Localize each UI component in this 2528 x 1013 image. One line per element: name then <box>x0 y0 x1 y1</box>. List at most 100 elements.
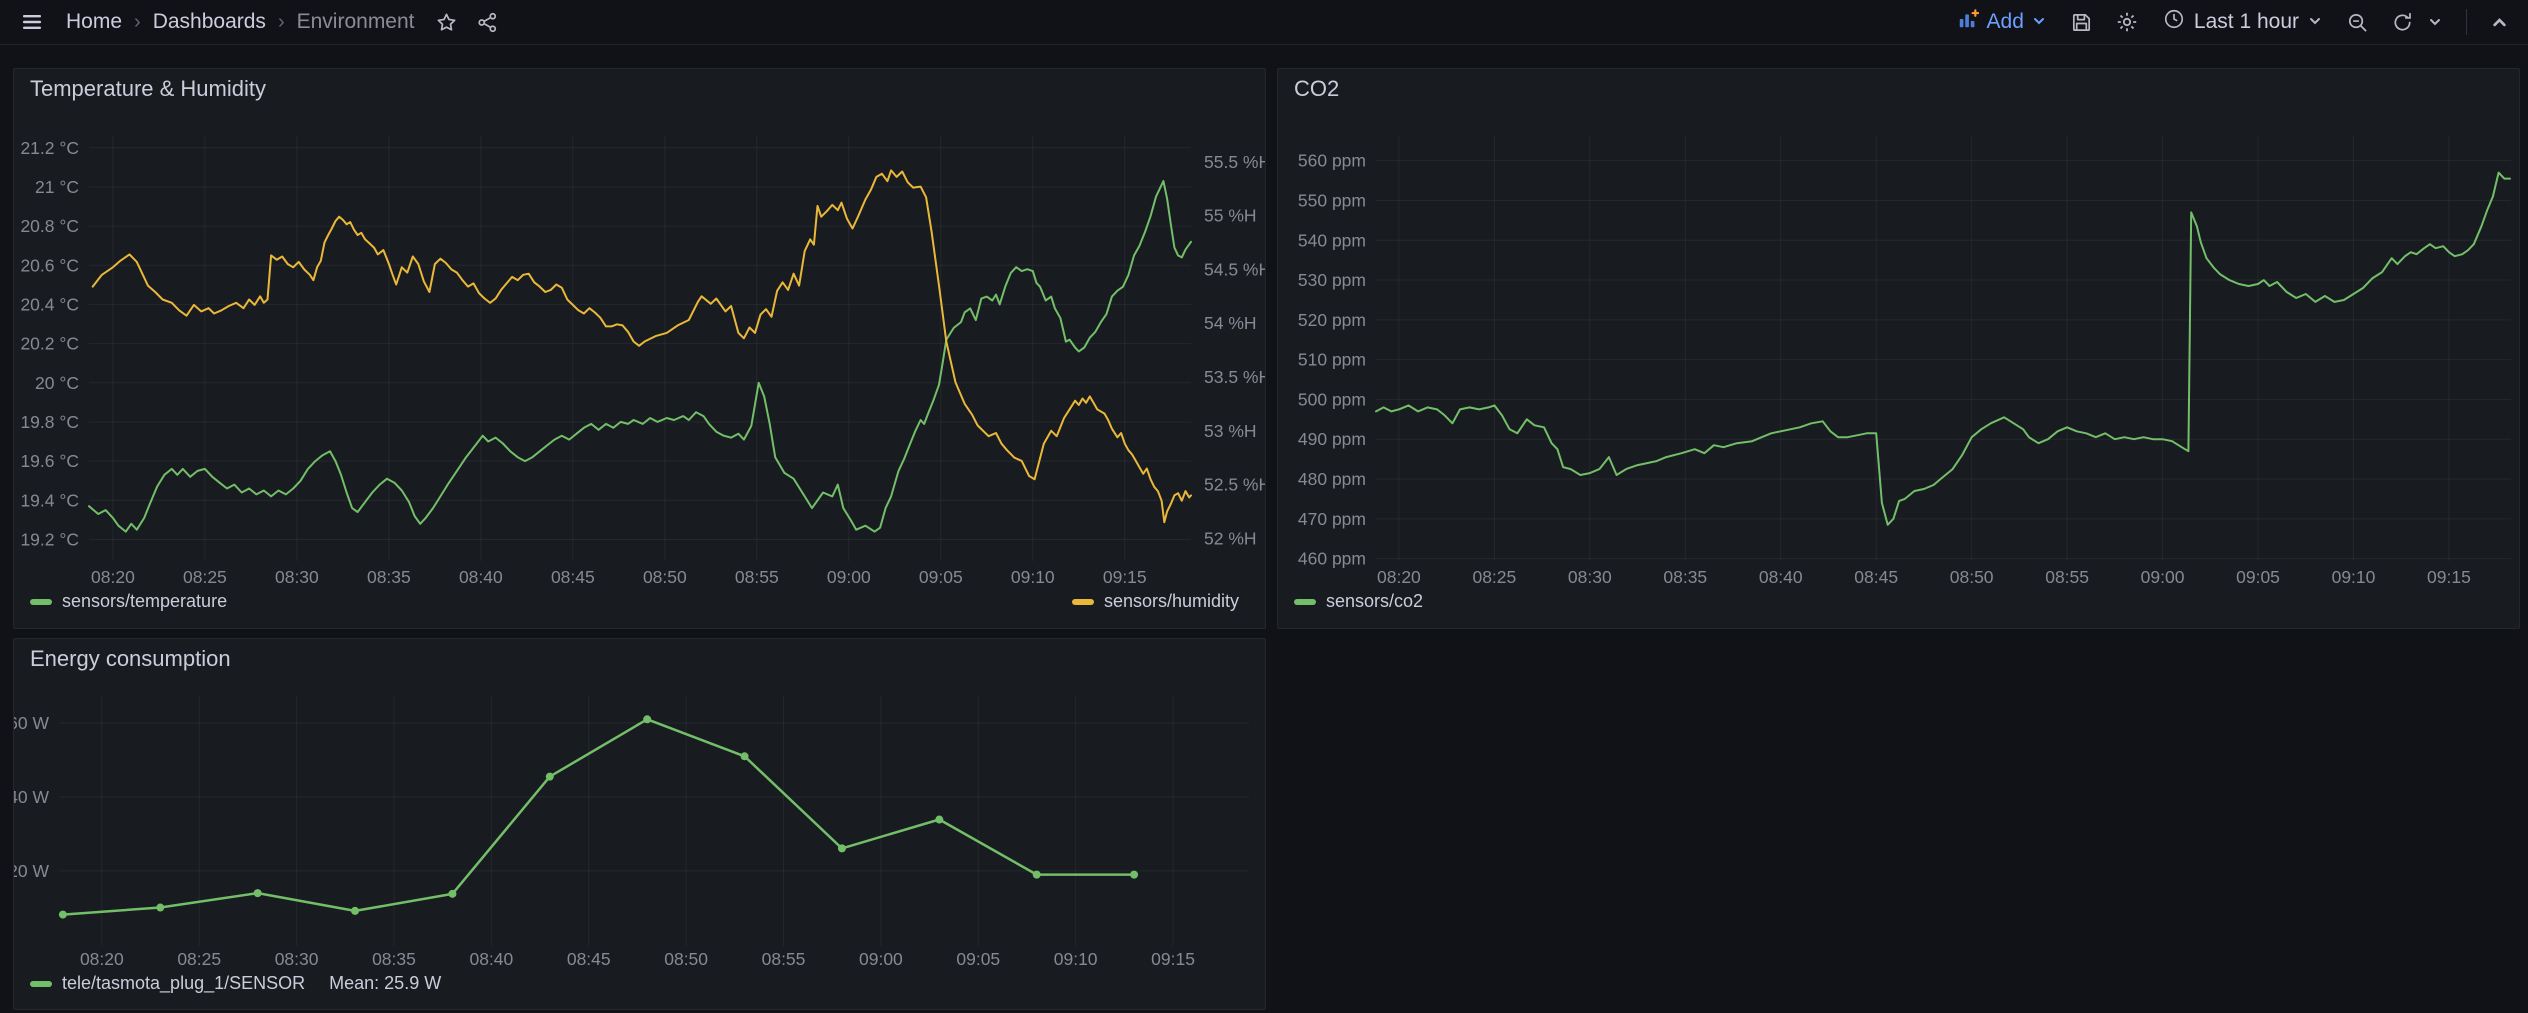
svg-text:08:25: 08:25 <box>177 949 221 969</box>
svg-text:08:55: 08:55 <box>762 949 806 969</box>
series-sensors-temperature <box>89 181 1191 532</box>
svg-text:470 ppm: 470 ppm <box>1298 509 1366 529</box>
svg-text:08:50: 08:50 <box>664 949 708 969</box>
share-icon <box>476 11 499 34</box>
favorite-dashboard-button[interactable] <box>429 5 464 40</box>
data-point <box>1130 871 1138 879</box>
svg-text:20.6 °C: 20.6 °C <box>20 255 79 275</box>
svg-text:09:10: 09:10 <box>1054 949 1098 969</box>
grid-lines <box>1376 136 2511 561</box>
svg-text:510 ppm: 510 ppm <box>1298 350 1366 370</box>
data-point <box>59 911 67 919</box>
legend-series-name: sensors/temperature <box>62 591 227 612</box>
svg-text:08:40: 08:40 <box>459 567 503 587</box>
grid-lines <box>59 696 1249 946</box>
svg-text:09:00: 09:00 <box>827 567 871 587</box>
data-point <box>254 889 262 897</box>
breadcrumb-dashboards[interactable]: Dashboards <box>153 10 266 34</box>
top-navigation-bar: Home › Dashboards › Environment Add <box>0 0 2528 45</box>
panel-title: CO2 <box>1294 76 1339 102</box>
graph-bar-plus-icon <box>1957 8 1979 36</box>
svg-text:55.5 %H: 55.5 %H <box>1204 152 1265 172</box>
save-dashboard-button[interactable] <box>2064 5 2099 40</box>
refresh-button-group <box>2385 5 2448 40</box>
add-button-label: Add <box>1987 10 2024 34</box>
time-range-picker[interactable]: Last 1 hour <box>2155 2 2330 42</box>
chevron-down-icon <box>2032 10 2046 34</box>
menu-toggle-button[interactable] <box>14 4 50 40</box>
svg-text:490 ppm: 490 ppm <box>1298 429 1366 449</box>
energy-consumption-chart[interactable]: 08:2008:2508:3008:3508:4008:4508:5008:55… <box>14 679 1265 971</box>
collapse-topbar-button[interactable] <box>2485 8 2514 37</box>
legend-item-sensors-temperature[interactable]: sensors/temperature <box>30 591 227 612</box>
panel-co2: CO2 08:2008:2508:3008:3508:4008:4508:500… <box>1277 68 2520 629</box>
panel-header[interactable]: Energy consumption <box>14 639 1265 679</box>
svg-text:20 °C: 20 °C <box>35 373 79 393</box>
panel-title: Energy consumption <box>30 646 231 672</box>
temperature-humidity-chart[interactable]: 08:2008:2508:3008:3508:4008:4508:5008:55… <box>14 109 1265 589</box>
svg-text:53 %H: 53 %H <box>1204 421 1257 441</box>
data-point <box>351 907 359 915</box>
refresh-dashboard-button[interactable] <box>2385 5 2420 40</box>
series-tele-tasmota-plug-1-sensor <box>63 719 1134 914</box>
time-range-label: Last 1 hour <box>2194 10 2299 34</box>
legend-item-sensors-co2[interactable]: sensors/co2 <box>1294 591 1423 612</box>
svg-text:08:35: 08:35 <box>372 949 416 969</box>
add-panel-button[interactable]: Add <box>1949 2 2054 42</box>
panel-header[interactable]: Temperature & Humidity <box>14 69 1265 109</box>
refresh-interval-dropdown[interactable] <box>2422 9 2448 35</box>
toolbar-divider <box>2466 9 2467 35</box>
zoom-out-time-button[interactable] <box>2340 5 2375 40</box>
svg-text:08:55: 08:55 <box>735 567 779 587</box>
save-icon <box>2070 11 2093 34</box>
legend-item-tele-tasmota-plug-1-sensor[interactable]: tele/tasmota_plug_1/SENSORMean: 25.9 W <box>30 973 441 994</box>
svg-text:08:30: 08:30 <box>275 949 319 969</box>
svg-text:09:05: 09:05 <box>919 567 963 587</box>
legend-series-color-icon <box>30 981 52 987</box>
panel-header[interactable]: CO2 <box>1278 69 2519 109</box>
svg-text:540 ppm: 540 ppm <box>1298 230 1366 250</box>
svg-text:08:20: 08:20 <box>1377 567 1421 587</box>
data-point <box>1033 871 1041 879</box>
share-dashboard-button[interactable] <box>470 5 505 40</box>
data-point <box>643 715 651 723</box>
svg-text:460 ppm: 460 ppm <box>1298 549 1366 569</box>
svg-text:09:15: 09:15 <box>1103 567 1147 587</box>
legend-series-color-icon <box>1072 599 1094 605</box>
svg-text:09:15: 09:15 <box>2427 567 2471 587</box>
chart-legend: tele/tasmota_plug_1/SENSORMean: 25.9 W <box>14 971 1265 994</box>
svg-text:09:10: 09:10 <box>2332 567 2376 587</box>
svg-text:09:15: 09:15 <box>1151 949 1195 969</box>
svg-text:52.5 %H: 52.5 %H <box>1204 475 1265 495</box>
svg-text:54 %H: 54 %H <box>1204 313 1257 333</box>
svg-text:08:50: 08:50 <box>643 567 687 587</box>
svg-text:20.4 °C: 20.4 °C <box>20 294 79 314</box>
dashboard-settings-button[interactable] <box>2109 4 2145 40</box>
co2-chart[interactable]: 08:2008:2508:3008:3508:4008:4508:5008:55… <box>1278 109 2519 589</box>
grid-lines <box>89 136 1191 561</box>
svg-text:09:00: 09:00 <box>2141 567 2185 587</box>
svg-text:54.5 %H: 54.5 %H <box>1204 259 1265 279</box>
svg-text:19.4 °C: 19.4 °C <box>20 490 79 510</box>
svg-text:20 W: 20 W <box>14 861 49 881</box>
breadcrumb-home[interactable]: Home <box>66 10 122 34</box>
legend-series-color-icon <box>30 599 52 605</box>
svg-text:20.2 °C: 20.2 °C <box>20 334 79 354</box>
svg-text:09:00: 09:00 <box>859 949 903 969</box>
chart-legend: sensors/co2 <box>1278 589 2519 612</box>
legend-series-name: tele/tasmota_plug_1/SENSOR <box>62 973 305 994</box>
axis-labels: 08:2008:2508:3008:3508:4008:4508:5008:55… <box>14 713 1195 969</box>
series-sensors-co2 <box>1376 173 2510 525</box>
svg-text:550 ppm: 550 ppm <box>1298 190 1366 210</box>
svg-text:08:55: 08:55 <box>2045 567 2089 587</box>
svg-text:08:45: 08:45 <box>567 949 611 969</box>
zoom-out-icon <box>2346 11 2369 34</box>
refresh-icon <box>2391 11 2414 34</box>
chevron-down-icon <box>2308 10 2322 34</box>
data-point <box>935 816 943 824</box>
svg-text:21 °C: 21 °C <box>35 177 79 197</box>
svg-text:19.2 °C: 19.2 °C <box>20 529 79 549</box>
svg-text:08:30: 08:30 <box>1568 567 1612 587</box>
svg-text:520 ppm: 520 ppm <box>1298 310 1366 330</box>
legend-item-sensors-humidity[interactable]: sensors/humidity <box>1072 591 1239 612</box>
